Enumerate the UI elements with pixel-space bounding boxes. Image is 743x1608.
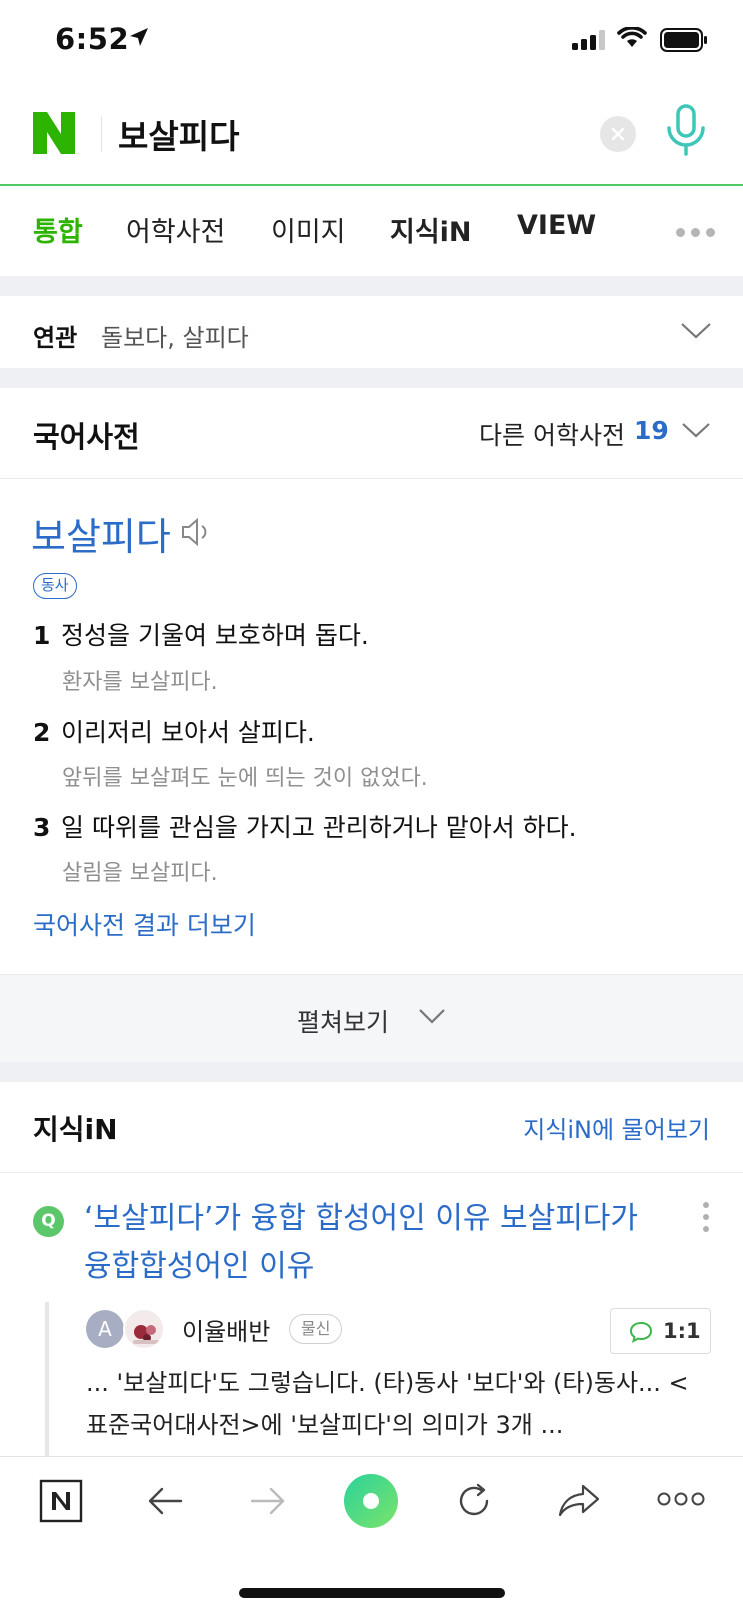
naver-logo-icon[interactable] [31,110,77,156]
sense-3: 3 일 따위를 관심을 가지고 관리하거나 맡아서 하다. [33,808,577,844]
reload-icon[interactable] [454,1481,494,1521]
browser-toolbar [0,1456,743,1608]
close-icon [611,127,625,141]
search-header: 보살피다 [0,82,743,186]
kin-header: 지식iN 지식iN에 물어보기 [0,1082,743,1173]
back-arrow-icon[interactable] [147,1485,183,1517]
related-searches[interactable]: 연관 돌보다, 살피다 [0,296,743,368]
search-tabs: 통합 어학사전 이미지 지식iN VIEW [0,188,743,276]
kin-card: 지식iN 지식iN에 물어보기 Q ‘보살피다’가 융합 합성어인 이유 보살피… [0,1082,743,1456]
sense-definition: 정성을 기울여 보호하며 돕다. [61,621,369,650]
user-badge: 물신 [289,1314,343,1344]
sense-example: 앞뒤를 보살펴도 눈에 띄는 것이 없었다. [62,766,428,791]
tab-view[interactable]: VIEW [517,210,596,241]
kin-title: 지식iN [33,1113,118,1146]
dictionary-card: 국어사전 다른 어학사전 19 보살피다 동사 1 정성을 기울여 보호하며 돕다… [0,388,743,974]
tab-kin[interactable]: 지식iN [390,210,472,249]
more-dictionary-results-link[interactable]: 국어사전 결과 더보기 [33,906,256,942]
cellular-signal-icon [572,30,605,50]
location-arrow-icon [130,28,148,46]
wifi-icon [617,27,647,47]
other-dictionaries-link[interactable]: 다른 어학사전 [479,416,625,452]
avatar: A [86,1310,124,1348]
dictionary-header: 국어사전 다른 어학사전 19 [0,388,743,479]
answer-quote-bar [45,1302,49,1456]
other-dictionaries-count[interactable]: 19 [634,416,669,445]
kebab-menu-icon[interactable] [703,1202,709,1238]
chevron-down-icon[interactable] [681,420,711,440]
user-avatar-image [123,1308,165,1350]
share-icon[interactable] [557,1483,601,1519]
chevron-down-icon[interactable] [680,320,712,340]
sense-example: 환자를 보살피다. [62,670,218,695]
home-indicator [239,1588,505,1598]
tabs-fade [630,198,676,264]
dictionary-title: 국어사전 [33,420,140,454]
section-gap [0,368,743,388]
chat-button[interactable]: 1:1 [610,1308,711,1354]
more-tabs-icon[interactable] [676,228,721,240]
expand-label: 펼쳐보기 [297,1008,390,1037]
sense-number: 3 [33,813,51,842]
sense-2: 2 이리저리 보아서 살피다. [33,713,315,749]
related-label: 연관 [33,324,78,352]
search-input[interactable]: 보살피다 [118,110,239,158]
answer-snippet[interactable]: ... '보살피다'도 그렇습니다. (타)동사 '보다'와 (타)동사... … [86,1362,706,1446]
sense-definition: 일 따위를 관심을 가지고 관리하거나 맡아서 하다. [61,813,577,842]
sense-definition: 이리저리 보아서 살피다. [61,718,315,747]
sense-example: 살림을 보살피다. [62,861,218,886]
speaker-icon[interactable] [180,516,214,548]
more-icon[interactable] [657,1491,705,1507]
headword[interactable]: 보살피다 [31,506,171,561]
question-icon: Q [33,1206,64,1237]
tab-integrated[interactable]: 통합 [33,210,83,249]
chat-count: 1:1 [663,1319,701,1343]
microphone-icon[interactable] [664,104,708,160]
expand-button[interactable]: 펼쳐보기 [0,974,743,1062]
sense-1: 1 정성을 기울여 보호하며 돕다. [33,616,369,652]
answer-username[interactable]: 이율배반 [182,1312,270,1347]
chat-bubble-icon [629,1321,653,1343]
ask-kin-link[interactable]: 지식iN에 물어보기 [523,1110,710,1145]
section-gap [0,276,743,296]
section-gap [0,1062,743,1082]
search-divider [101,116,102,152]
sense-number: 1 [33,621,51,650]
green-dot-icon[interactable] [343,1473,399,1529]
forward-arrow-icon[interactable] [250,1485,286,1517]
naver-home-icon[interactable] [39,1479,83,1523]
battery-icon [660,28,707,52]
tab-images[interactable]: 이미지 [271,210,346,249]
status-time: 6:52 [55,22,130,56]
related-terms[interactable]: 돌보다, 살피다 [101,318,249,353]
chevron-down-icon [419,1009,445,1024]
status-bar: 6:52 [0,0,743,82]
question-title-link[interactable]: ‘보살피다’가 융합 합성어인 이유 보살피다가 융합합성어인 이유 [84,1195,674,1291]
tab-dictionary[interactable]: 어학사전 [126,210,225,249]
clear-search-button[interactable] [600,116,636,152]
part-of-speech-badge: 동사 [33,573,77,599]
sense-number: 2 [33,718,51,747]
